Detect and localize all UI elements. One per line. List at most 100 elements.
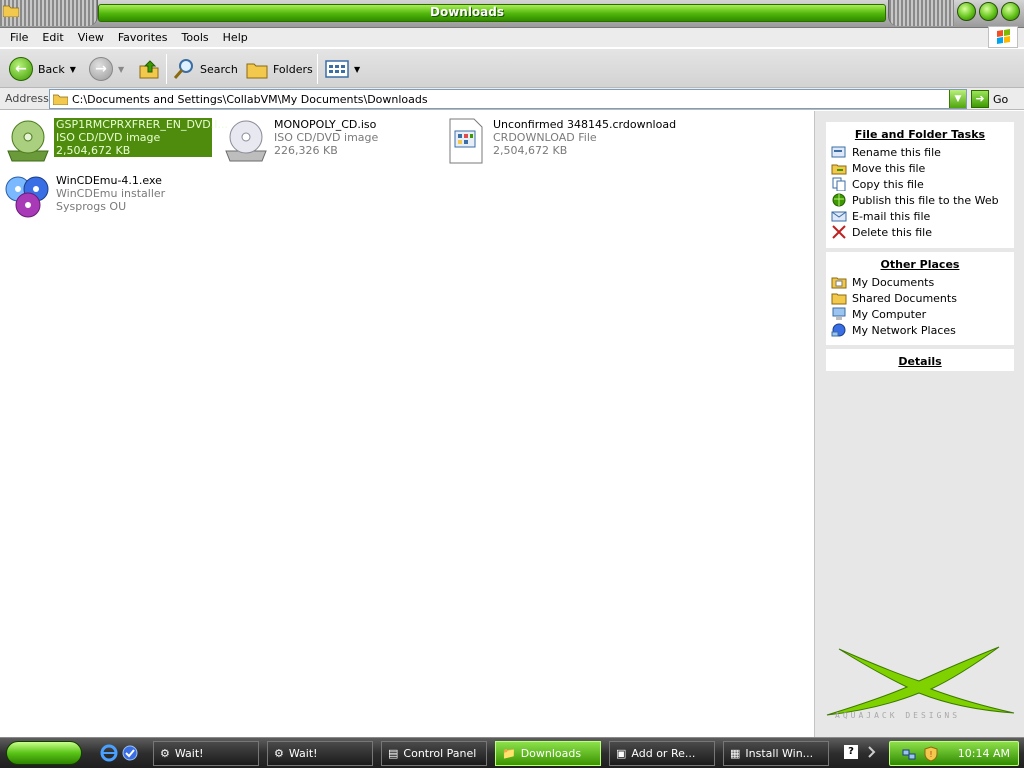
file-item[interactable]: Unconfirmed 348145.crdownload CRDOWNLOAD…: [437, 115, 677, 164]
computer-icon: [831, 307, 847, 321]
file-item[interactable]: WinCDEmu-4.1.exe WinCDEmu installer Sysp…: [0, 171, 210, 219]
search-icon: [173, 59, 193, 79]
place-my-computer[interactable]: My Computer: [831, 306, 1014, 322]
menu-tools[interactable]: Tools: [175, 31, 216, 44]
other-places-panel: Other Places My Documents Shared Documen…: [826, 252, 1014, 345]
file-size: 226,326 KB: [274, 144, 338, 157]
taskbar-button-install[interactable]: ▦ Install Win...: [723, 741, 829, 766]
toolbar-separator: [317, 54, 318, 84]
rename-icon: [831, 145, 847, 159]
shared-folder-icon: [831, 291, 847, 305]
task-label: Move this file: [852, 161, 926, 175]
system-tray: ! 10:14 AM: [889, 741, 1019, 766]
details-title[interactable]: Details: [826, 349, 1014, 368]
taskbar-button-add-remove[interactable]: ▣ Add or Re...: [609, 741, 715, 766]
task-pane: File and Folder Tasks Rename this file M…: [814, 111, 1024, 737]
folders-label: Folders: [273, 62, 313, 76]
menu-view[interactable]: View: [71, 31, 111, 44]
cd-drive-icon: [225, 120, 267, 162]
task-move[interactable]: Move this file: [831, 160, 1014, 176]
menu-bar: File Edit View Favorites Tools Help: [0, 28, 1024, 47]
setup-icon: ⚙: [274, 747, 284, 760]
start-button[interactable]: [6, 741, 82, 765]
file-item[interactable]: MONOPOLY_CD.iso ISO CD/DVD image 226,326…: [218, 115, 428, 163]
file-item[interactable]: GSP1RMCPRXFRER_EN_DVD.I... ISO CD/DVD im…: [0, 115, 229, 163]
details-panel: Details: [826, 349, 1014, 371]
taskbar-button-control-panel[interactable]: ▤ Control Panel: [381, 741, 487, 766]
maximize-button[interactable]: [979, 2, 998, 21]
place-my-network-places[interactable]: My Network Places: [831, 322, 1014, 338]
menu-file[interactable]: File: [3, 31, 35, 44]
file-folder-tasks-title[interactable]: File and Folder Tasks: [826, 122, 1014, 141]
task-email[interactable]: E-mail this file: [831, 208, 1014, 224]
taskbar-button-label: Control Panel: [403, 747, 477, 760]
taskbar-button-downloads[interactable]: 📁 Downloads: [495, 741, 601, 766]
task-label: Copy this file: [852, 177, 924, 191]
views-button[interactable]: ▼: [325, 55, 360, 83]
my-documents-icon: [831, 275, 847, 289]
clock[interactable]: 10:14 AM: [958, 747, 1010, 760]
address-dropdown-icon[interactable]: ▼: [949, 90, 966, 108]
folder-icon: [53, 94, 68, 105]
views-dropdown-icon[interactable]: ▼: [354, 65, 360, 74]
back-dropdown-icon[interactable]: ▼: [70, 65, 76, 74]
place-label: My Documents: [852, 275, 935, 289]
search-label: Search: [200, 62, 238, 76]
file-name: GSP1RMCPRXFRER_EN_DVD.I...: [56, 118, 229, 131]
back-arrow-icon: ←: [9, 57, 33, 81]
other-places-title[interactable]: Other Places: [826, 252, 1014, 271]
file-name: WinCDEmu-4.1.exe: [56, 174, 162, 187]
search-button[interactable]: Search: [173, 55, 238, 83]
go-label: Go: [993, 92, 1009, 106]
task-delete[interactable]: Delete this file: [831, 224, 1014, 240]
place-shared-documents[interactable]: Shared Documents: [831, 290, 1014, 306]
back-button[interactable]: ← Back ▼: [9, 55, 76, 83]
address-field[interactable]: C:\Documents and Settings\CollabVM\My Do…: [49, 89, 967, 109]
file-list: GSP1RMCPRXFRER_EN_DVD.I... ISO CD/DVD im…: [0, 111, 814, 737]
close-button[interactable]: [1001, 2, 1020, 21]
file-name: Unconfirmed 348145.crdownload: [493, 118, 677, 131]
window-controls: [957, 2, 1020, 21]
menu-favorites[interactable]: Favorites: [111, 31, 175, 44]
task-publish[interactable]: Publish this file to the Web: [831, 192, 1014, 208]
forward-dropdown-icon[interactable]: ▼: [118, 65, 124, 74]
taskbar-button-label: Add or Re...: [631, 747, 696, 760]
task-label: E-mail this file: [852, 209, 931, 223]
network-icon: [831, 323, 847, 337]
tray-arrow-icon[interactable]: [866, 744, 880, 760]
folder-icon: [3, 5, 19, 17]
taskbar-button-wait-1[interactable]: ⚙ Wait!: [153, 741, 259, 766]
folders-icon: [246, 63, 268, 79]
menu-edit[interactable]: Edit: [35, 31, 70, 44]
network-tray-icon[interactable]: [902, 747, 916, 761]
show-desktop-icon[interactable]: [121, 744, 139, 762]
window-title: Downloads: [429, 5, 505, 19]
go-button[interactable]: ➜ Go: [971, 90, 1008, 108]
branding-text: AQUAJACK DESIGNS: [835, 711, 961, 720]
forward-button[interactable]: → ▼: [89, 55, 124, 83]
add-remove-icon: ▣: [616, 747, 627, 760]
menu-help[interactable]: Help: [216, 31, 255, 44]
taskbar-button-label: Wait!: [174, 747, 204, 760]
minimize-button[interactable]: [957, 2, 976, 21]
task-rename[interactable]: Rename this file: [831, 144, 1014, 160]
place-label: My Computer: [852, 307, 927, 321]
internet-explorer-icon[interactable]: [100, 744, 118, 762]
file-details: Unconfirmed 348145.crdownload CRDOWNLOAD…: [493, 118, 676, 157]
control-panel-icon: ▤: [388, 747, 399, 760]
back-label: Back: [38, 62, 65, 76]
up-folder-button[interactable]: [138, 55, 160, 83]
title-grill-right: [888, 0, 954, 26]
file-size: 2,504,672 KB: [56, 144, 131, 157]
green-dvd-drive-icon: [7, 120, 49, 162]
address-path: C:\Documents and Settings\CollabVM\My Do…: [72, 93, 428, 106]
help-icon[interactable]: ?: [844, 745, 858, 759]
address-label: Address: [5, 92, 49, 105]
taskbar-button-wait-2[interactable]: ⚙ Wait!: [267, 741, 373, 766]
task-copy[interactable]: Copy this file: [831, 176, 1014, 192]
place-my-documents[interactable]: My Documents: [831, 274, 1014, 290]
security-shield-icon[interactable]: !: [924, 746, 938, 762]
folders-button[interactable]: Folders: [246, 55, 313, 83]
title-bar[interactable]: Downloads: [0, 0, 1024, 28]
setup-icon: ⚙: [160, 747, 170, 760]
